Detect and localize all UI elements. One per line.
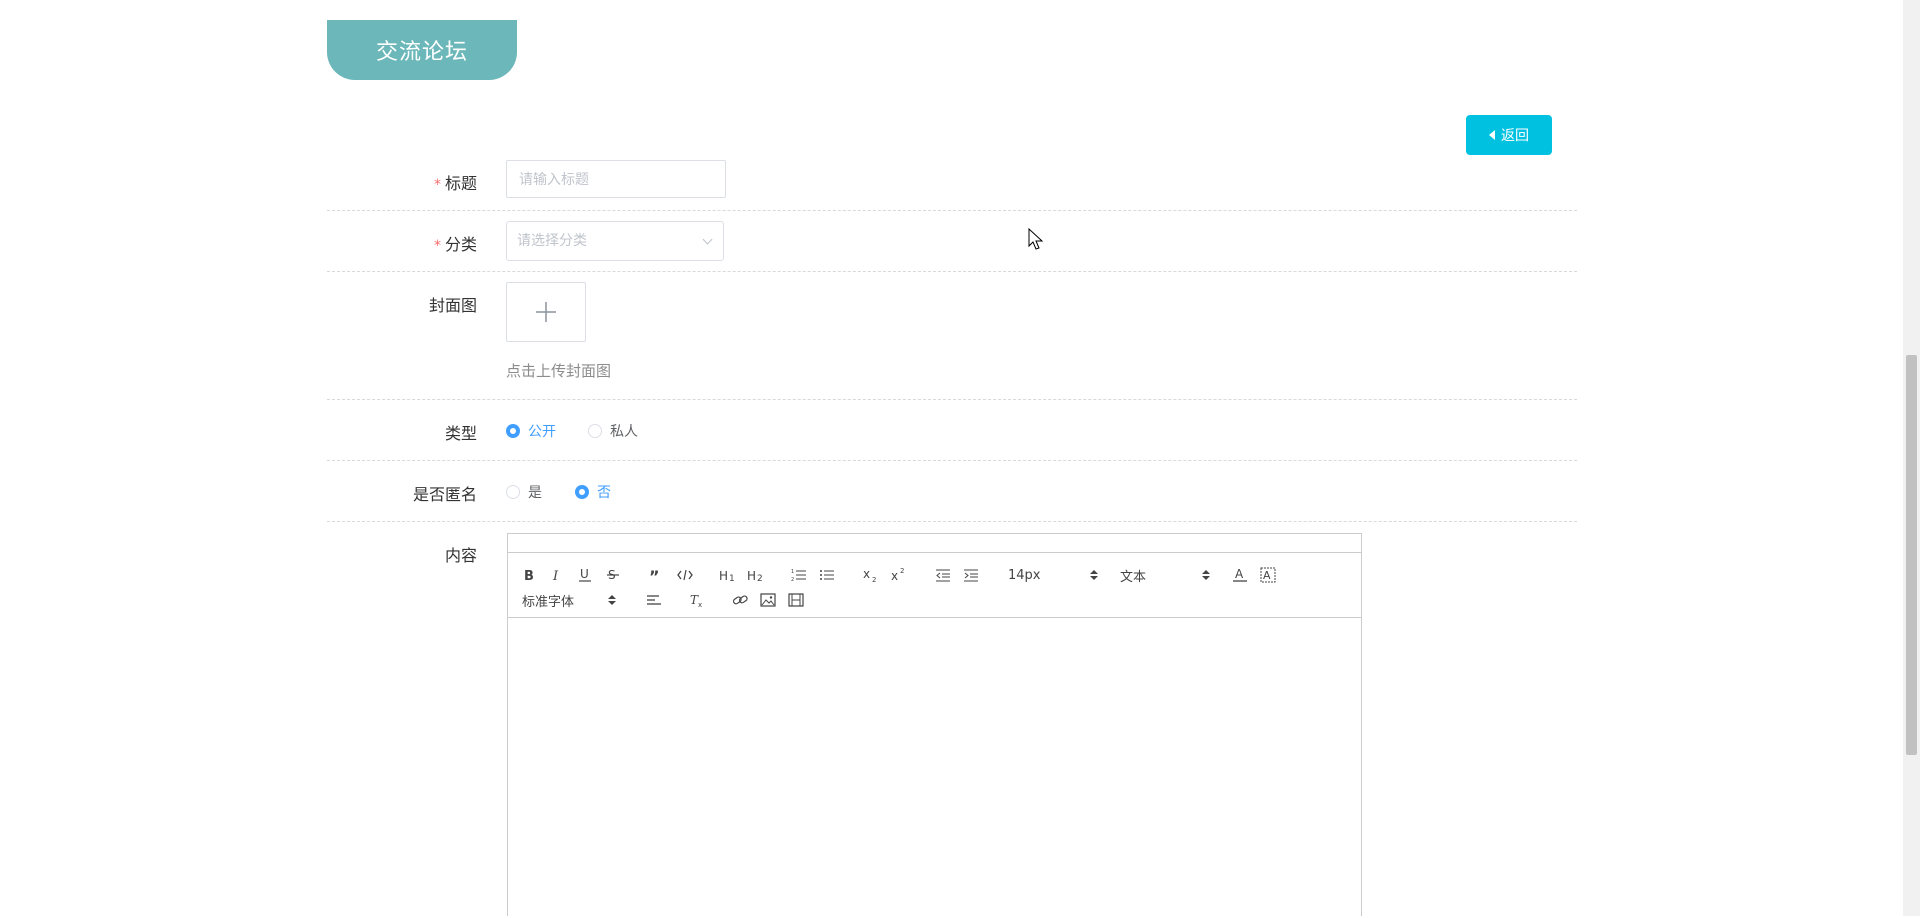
select-arrows-icon	[608, 595, 616, 605]
align-icon[interactable]	[646, 591, 662, 609]
superscript-icon[interactable]: x2	[891, 566, 907, 584]
plus-icon	[536, 302, 556, 322]
font-family-value: 标准字体	[522, 594, 575, 610]
ordered-list-icon[interactable]: 12	[791, 566, 807, 584]
svg-text:2: 2	[872, 576, 876, 583]
page-scrollbar[interactable]	[1903, 0, 1920, 916]
font-size-select[interactable]: 14px	[1008, 566, 1098, 584]
back-button[interactable]: 返回	[1466, 115, 1552, 155]
category-label: * 分类	[433, 235, 477, 254]
radio-checked-icon	[575, 485, 589, 499]
svg-text:x: x	[891, 569, 898, 583]
video-icon[interactable]	[788, 591, 804, 609]
svg-text:”: ”	[649, 568, 660, 582]
editor-content-area[interactable]	[508, 618, 1361, 918]
required-mark: *	[433, 238, 441, 254]
clear-format-icon[interactable]: Tx	[689, 591, 705, 609]
svg-text:2: 2	[757, 574, 763, 582]
cover-label: 封面图	[428, 296, 477, 315]
italic-icon[interactable]: I	[550, 566, 564, 584]
h2-icon[interactable]: H2	[747, 566, 765, 584]
editor-toolbar: B I U S ” H1 H2 12 x 2 x 2 14px 文本 A A 标…	[508, 553, 1361, 618]
strike-icon[interactable]: S	[606, 566, 620, 584]
indent-icon[interactable]	[963, 566, 979, 584]
h1-icon[interactable]: H1	[719, 566, 737, 584]
svg-text:H: H	[747, 569, 756, 582]
background-color-icon[interactable]: A	[1260, 566, 1276, 584]
select-arrows-icon	[1202, 570, 1210, 580]
content-label: 内容	[444, 546, 477, 565]
radio-unchecked-icon	[506, 485, 520, 499]
subscript-icon[interactable]: x2	[863, 566, 879, 584]
anonymous-radio-yes[interactable]: 是	[506, 482, 542, 502]
bullet-list-icon[interactable]	[819, 566, 835, 584]
form-page: 交流论坛 返回 * 标题 请输入标题 * 分类 请选择分类 封面图 点击上传封面图 …	[0, 0, 1920, 916]
bold-icon[interactable]: B	[522, 566, 536, 584]
header-select-value: 文本	[1120, 569, 1147, 585]
svg-text:1: 1	[791, 569, 794, 575]
radio-checked-icon	[506, 424, 520, 438]
page-title: 交流论坛	[327, 20, 517, 80]
svg-text:2: 2	[791, 577, 794, 582]
required-mark: *	[433, 177, 441, 193]
rich-text-editor: B I U S ” H1 H2 12 x 2 x 2 14px 文本 A A 标…	[507, 533, 1362, 916]
anonymous-label: 是否匿名	[412, 485, 477, 504]
underline-icon[interactable]: U	[578, 566, 592, 584]
anonymous-radio-no[interactable]: 否	[575, 482, 611, 502]
editor-top-bar	[508, 534, 1361, 553]
svg-text:A: A	[1235, 567, 1244, 581]
svg-text:x: x	[863, 567, 870, 581]
svg-text:A: A	[1263, 569, 1271, 582]
category-select-placeholder: 请选择分类	[517, 233, 587, 249]
scrollbar-thumb[interactable]	[1906, 355, 1917, 755]
blockquote-icon[interactable]: ”	[649, 566, 663, 584]
svg-text:H: H	[719, 569, 728, 582]
mouse-pointer-icon	[1028, 228, 1044, 250]
title-input[interactable]: 请输入标题	[506, 160, 726, 198]
type-radio-private[interactable]: 私人	[588, 421, 638, 441]
back-button-label: 返回	[1501, 128, 1529, 144]
cover-upload-hint: 点击上传封面图	[506, 362, 612, 380]
svg-text:U: U	[580, 567, 589, 581]
chevron-down-icon	[702, 234, 713, 245]
link-icon[interactable]	[732, 591, 748, 609]
text-color-icon[interactable]: A	[1232, 566, 1248, 584]
type-label: 类型	[444, 424, 477, 443]
title-label: * 标题	[433, 174, 477, 193]
code-block-icon[interactable]	[677, 566, 693, 584]
svg-text:2: 2	[900, 567, 904, 575]
font-size-value: 14px	[1008, 567, 1041, 583]
svg-text:1: 1	[729, 574, 735, 582]
font-family-select[interactable]: 标准字体	[522, 591, 616, 610]
cover-upload-button[interactable]	[506, 282, 586, 342]
image-icon[interactable]	[760, 591, 776, 609]
svg-text:B: B	[524, 569, 534, 582]
outdent-icon[interactable]	[935, 566, 951, 584]
radio-unchecked-icon	[588, 424, 602, 438]
category-select[interactable]: 请选择分类	[506, 221, 724, 261]
svg-text:x: x	[698, 601, 702, 608]
type-radio-public[interactable]: 公开	[506, 421, 556, 441]
caret-left-icon	[1489, 130, 1495, 140]
svg-text:I: I	[552, 569, 559, 582]
header-select[interactable]: 文本	[1120, 566, 1210, 585]
select-arrows-icon	[1090, 570, 1098, 580]
